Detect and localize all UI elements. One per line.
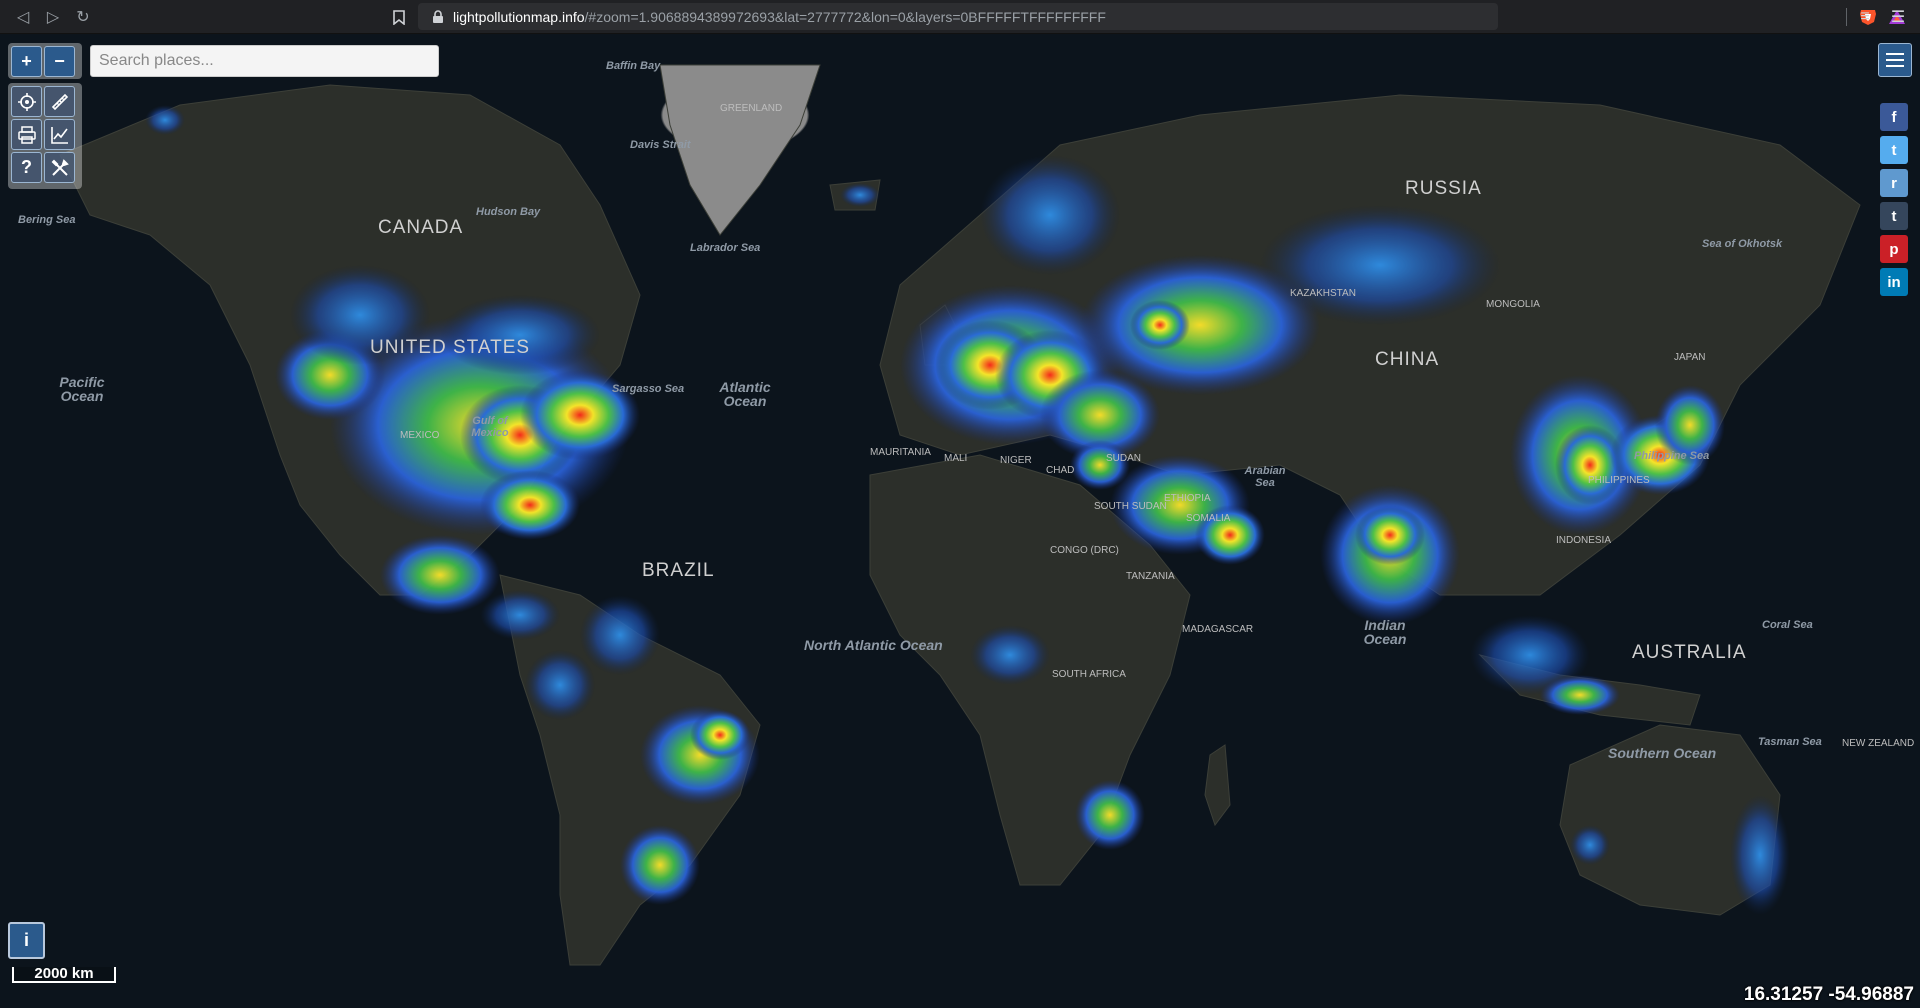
info-button[interactable]: i: [8, 922, 45, 959]
search-input[interactable]: Search places...: [90, 45, 439, 77]
tools-icon: [51, 158, 69, 176]
chart-icon: [50, 126, 68, 144]
tumblr-share-icon[interactable]: t: [1880, 202, 1908, 230]
linkedin-share-icon[interactable]: in: [1880, 268, 1908, 296]
lock-icon: [433, 9, 443, 23]
map-canvas[interactable]: CANADA UNITED STATES BRAZIL RUSSIA CHINA…: [0, 35, 1920, 1008]
coordinates-readout: 16.31257 -54.96887: [1743, 984, 1914, 1005]
url-text: lightpollutionmap.info/#zoom=1.906889438…: [453, 8, 1106, 25]
back-icon[interactable]: ◁: [8, 2, 38, 32]
help-button[interactable]: ?: [11, 152, 42, 183]
print-button[interactable]: [11, 119, 42, 150]
printer-icon: [17, 125, 36, 144]
pinterest-share-icon[interactable]: p: [1880, 235, 1908, 263]
forward-icon[interactable]: ▷: [38, 2, 68, 32]
bookmark-icon[interactable]: [388, 6, 410, 28]
playlist-icon[interactable]: ≡: [1850, 2, 1880, 32]
locate-button[interactable]: [11, 86, 42, 117]
browser-toolbar: ◁ ▷ ↻ lightpollutionmap.info/#zoom=1.906…: [0, 0, 1920, 34]
address-bar[interactable]: lightpollutionmap.info/#zoom=1.906889438…: [418, 3, 1905, 30]
twitter-share-icon[interactable]: t: [1880, 136, 1908, 164]
menu-icon[interactable]: ☰: [1883, 2, 1913, 32]
facebook-share-icon[interactable]: f: [1880, 103, 1908, 131]
light-pollution-map: [59, 64, 1861, 966]
ruler-icon: [51, 93, 68, 110]
scale-bar: 2000 km: [12, 966, 116, 983]
reddit-share-icon[interactable]: r: [1880, 169, 1908, 197]
zoom-in-button[interactable]: +: [11, 46, 42, 77]
zoom-controls: + −: [8, 43, 82, 79]
zoom-out-button[interactable]: −: [44, 46, 75, 77]
measure-button[interactable]: [44, 86, 75, 117]
chart-button[interactable]: [44, 119, 75, 150]
tools-button[interactable]: [44, 152, 75, 183]
layers-menu-button[interactable]: [1878, 43, 1912, 77]
tool-controls: ?: [8, 83, 82, 189]
crosshair-icon: [17, 92, 36, 111]
reload-icon[interactable]: ↻: [68, 2, 98, 32]
